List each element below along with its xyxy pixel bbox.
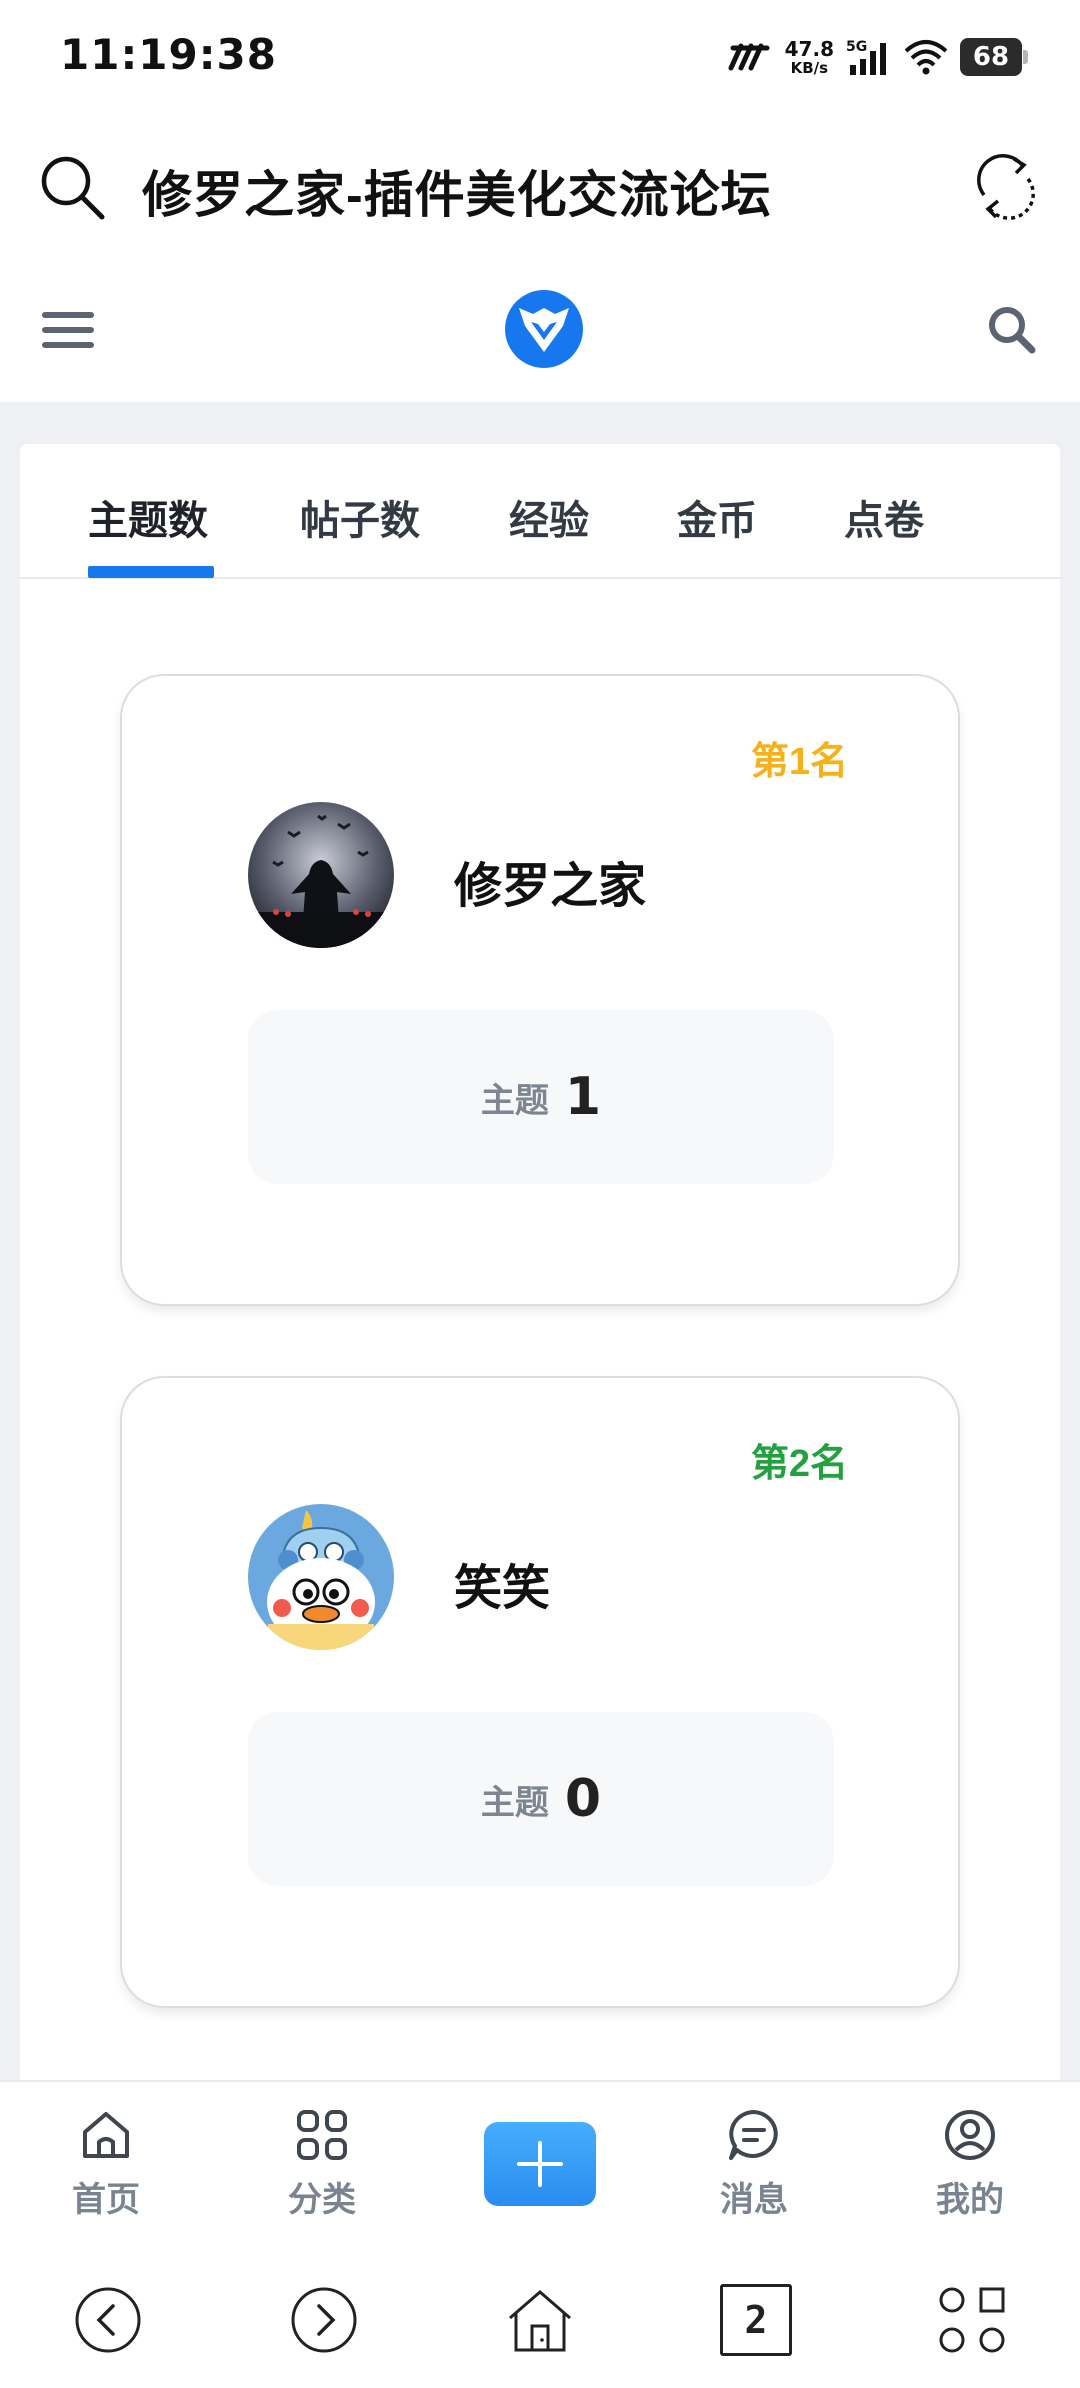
home-icon bbox=[83, 2112, 129, 2158]
nav-categories-label: 分类 bbox=[288, 2181, 356, 2219]
wifi-icon bbox=[904, 40, 948, 75]
apps-menu-icon[interactable] bbox=[936, 2284, 1008, 2356]
tab-experience[interactable]: 经验 bbox=[509, 488, 589, 546]
profile-icon bbox=[945, 2110, 995, 2160]
user-name[interactable]: 笑笑 bbox=[454, 1548, 550, 1618]
status-icons: 47.8 KB/s 5G 68 bbox=[727, 32, 1028, 82]
plus-icon bbox=[517, 2141, 563, 2187]
user-name[interactable]: 修罗之家 bbox=[454, 846, 646, 916]
back-icon[interactable] bbox=[72, 2284, 144, 2356]
page-title: 修罗之家-插件美化交流论坛 bbox=[142, 167, 772, 223]
nav-messages[interactable]: 消息 bbox=[694, 2106, 814, 2226]
search-icon[interactable] bbox=[36, 151, 108, 223]
stat-label: 主题 bbox=[480, 1081, 549, 1120]
tab-topics[interactable]: 主题数 bbox=[88, 488, 208, 546]
site-header bbox=[0, 260, 1080, 402]
nav-profile-label: 我的 bbox=[936, 2181, 1004, 2219]
ranking-tabs: 主题数 帖子数 经验 金币 点卷 bbox=[20, 444, 1060, 579]
browser-home-icon[interactable] bbox=[504, 2284, 576, 2356]
forward-icon[interactable] bbox=[288, 2284, 360, 2356]
nav-categories[interactable]: 分类 bbox=[262, 2106, 382, 2226]
nav-home[interactable]: 首页 bbox=[46, 2106, 166, 2226]
stat-box: 主题 1 bbox=[248, 1010, 834, 1184]
tab-coins[interactable]: 金币 bbox=[677, 488, 757, 546]
browser-title-bar: 修罗之家-插件美化交流论坛 bbox=[0, 115, 1080, 260]
rank-card[interactable]: 第1名 修罗之家 主题 1 bbox=[120, 674, 960, 1306]
bottom-nav: 首页 分类 消息 我的 bbox=[0, 2080, 1080, 2248]
site-logo[interactable] bbox=[505, 290, 583, 368]
tab-posts[interactable]: 帖子数 bbox=[300, 488, 420, 546]
nav-home-label: 首页 bbox=[72, 2181, 140, 2219]
status-bar: 11:19:38 47.8 KB/s 5G 68 bbox=[0, 0, 1080, 115]
header-search-icon[interactable] bbox=[982, 300, 1042, 360]
stat-box: 主题 0 bbox=[248, 1712, 834, 1886]
network-type-label: 5G bbox=[846, 39, 867, 55]
refresh-icon[interactable] bbox=[970, 151, 1042, 223]
menu-icon[interactable] bbox=[40, 302, 96, 358]
stat-value: 0 bbox=[564, 1769, 602, 1829]
rank-label: 第1名 bbox=[750, 741, 848, 783]
tabs-switcher[interactable]: 2 bbox=[720, 2284, 792, 2356]
network-speed: 47.8 KB/s bbox=[784, 36, 834, 77]
cellular-signal-icon: 5G bbox=[846, 39, 886, 75]
tab-points[interactable]: 点卷 bbox=[844, 488, 924, 546]
nav-messages-label: 消息 bbox=[720, 2181, 788, 2219]
battery-indicator: 68 bbox=[960, 38, 1028, 76]
grid-icon bbox=[297, 2110, 347, 2160]
ranking-panel: 主题数 帖子数 经验 金币 点卷 第1名 修罗之家 主题 1 第2名 笑笑 主题… bbox=[20, 444, 1060, 2084]
message-icon bbox=[729, 2110, 778, 2160]
avatar[interactable] bbox=[248, 1504, 394, 1650]
rank-card[interactable]: 第2名 笑笑 主题 0 bbox=[120, 1376, 960, 2008]
active-tab-indicator bbox=[88, 566, 214, 578]
avatar[interactable] bbox=[248, 802, 394, 948]
stat-label: 主题 bbox=[480, 1783, 549, 1822]
rank-label: 第2名 bbox=[750, 1443, 848, 1485]
data-saver-icon bbox=[728, 43, 770, 71]
tab-count: 2 bbox=[744, 2298, 768, 2342]
browser-nav-bar: 2 bbox=[0, 2248, 1080, 2388]
stat-value: 1 bbox=[564, 1067, 602, 1127]
status-time: 11:19:38 bbox=[60, 30, 277, 79]
nav-profile[interactable]: 我的 bbox=[910, 2106, 1030, 2226]
add-post-button[interactable] bbox=[484, 2122, 596, 2206]
